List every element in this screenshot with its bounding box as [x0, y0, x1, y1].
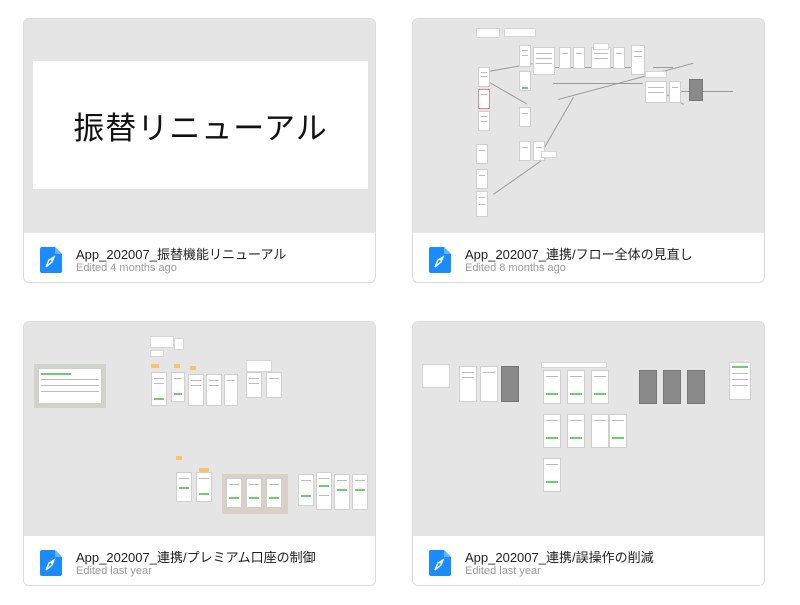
figma-file-icon — [40, 550, 62, 576]
file-thumbnail[interactable] — [413, 322, 764, 535]
screen-mock — [519, 71, 531, 91]
label-tag — [176, 456, 182, 460]
canvas-note — [422, 364, 450, 388]
canvas-note — [246, 360, 272, 372]
screen-mock — [246, 478, 262, 508]
screen-mock — [533, 47, 555, 75]
canvas-note — [150, 336, 174, 348]
screen-mock — [663, 370, 681, 404]
file-info[interactable]: App_202007_振替機能リニューアル Edited 4 months ag… — [24, 232, 375, 282]
screen-mock — [501, 366, 519, 402]
file-edited-time: Edited 8 months ago — [465, 262, 566, 274]
screen-mock — [298, 474, 314, 506]
screen-mock — [459, 366, 477, 402]
flow-connector — [543, 97, 574, 150]
screen-mock — [226, 478, 242, 508]
screen-mock — [543, 414, 561, 448]
canvas-note — [150, 350, 164, 357]
screen-mock — [567, 370, 585, 404]
screen-mock — [543, 370, 561, 404]
screen-mock — [613, 47, 625, 69]
file-title: App_202007_連携/フロー全体の見直し — [465, 247, 693, 262]
screen-mock — [478, 67, 490, 87]
flow-connector — [553, 83, 643, 84]
label-tag — [151, 364, 159, 368]
screen-mock — [266, 372, 282, 398]
file-title: App_202007_連携/誤操作の削減 — [465, 550, 654, 565]
screen-mock — [519, 141, 531, 161]
screen-mock — [476, 144, 488, 164]
screen-mock — [591, 47, 611, 69]
file-card-3[interactable]: App_202007_連携/プレミアム口座の制御 Edited last yea… — [23, 321, 376, 586]
screen-mock — [151, 372, 167, 406]
screen-mock — [476, 191, 488, 217]
flow-connector — [673, 91, 733, 92]
screen-mock — [476, 169, 488, 189]
file-thumbnail[interactable] — [24, 322, 375, 535]
screen-mock — [519, 107, 531, 127]
screen-mock — [609, 414, 627, 448]
screen-mock — [543, 458, 561, 492]
flow-note — [541, 151, 557, 158]
screen-mock — [352, 474, 368, 510]
figma-file-icon — [40, 247, 62, 273]
screen-mock — [687, 370, 705, 404]
file-info[interactable]: App_202007_連携/フロー全体の見直し Edited 8 months … — [413, 232, 764, 282]
flow-note — [645, 71, 667, 78]
file-card-1[interactable]: 振替リニューアル App_202007_振替機能リニューアル Edited 4 … — [23, 18, 376, 283]
flow-title-note — [476, 28, 500, 38]
screen-mock — [206, 374, 222, 406]
figma-file-icon — [429, 247, 451, 273]
screen-mock — [246, 372, 262, 398]
screen-mock — [591, 370, 609, 404]
file-card-2[interactable]: App_202007_連携/フロー全体の見直し Edited 8 months … — [412, 18, 765, 283]
file-edited-time: Edited last year — [465, 565, 541, 577]
screen-mock — [171, 372, 185, 402]
canvas-note — [541, 362, 607, 368]
screen-mock — [519, 45, 531, 67]
screen-mock — [188, 374, 204, 406]
screen-mock — [334, 474, 350, 510]
label-tag — [174, 364, 180, 368]
flow-note — [593, 43, 609, 50]
label-tag — [190, 366, 196, 370]
screen-mock — [196, 472, 212, 502]
screen-mock — [729, 362, 751, 400]
file-thumbnail[interactable]: 振替リニューアル — [24, 19, 375, 232]
screen-mock — [591, 414, 609, 448]
screen-mock — [478, 89, 490, 109]
file-info[interactable]: App_202007_連携/誤操作の削減 Edited last year — [413, 535, 764, 585]
file-info[interactable]: App_202007_連携/プレミアム口座の制御 Edited last yea… — [24, 535, 375, 585]
canvas-note — [174, 338, 184, 350]
file-title: App_202007_連携/プレミアム口座の制御 — [76, 550, 316, 565]
file-card-4[interactable]: App_202007_連携/誤操作の削減 Edited last year — [412, 321, 765, 586]
screen-mock — [224, 374, 238, 406]
screen-mock — [567, 414, 585, 448]
figma-file-icon — [429, 550, 451, 576]
screen-mock — [573, 47, 585, 69]
screen-mock — [478, 111, 490, 131]
screen-mock — [559, 47, 571, 69]
screen-mock — [266, 478, 282, 508]
screen-mock — [689, 79, 703, 101]
screen-mock — [316, 472, 332, 510]
flow-note — [504, 28, 536, 37]
file-thumbnail[interactable] — [413, 19, 764, 232]
file-edited-time: Edited 4 months ago — [76, 262, 177, 274]
file-edited-time: Edited last year — [76, 565, 152, 577]
screen-mock — [631, 45, 645, 75]
screen-mock — [645, 81, 667, 103]
screen-mock — [176, 472, 192, 502]
file-title: App_202007_振替機能リニューアル — [76, 247, 287, 262]
thumbnail-title: 振替リニューアル — [73, 110, 328, 147]
thumbnail-banner: 振替リニューアル — [33, 61, 368, 189]
screen-mock — [480, 366, 498, 402]
screen-mock — [639, 370, 657, 404]
screen-mock — [669, 81, 681, 103]
screen-mock — [38, 368, 102, 404]
